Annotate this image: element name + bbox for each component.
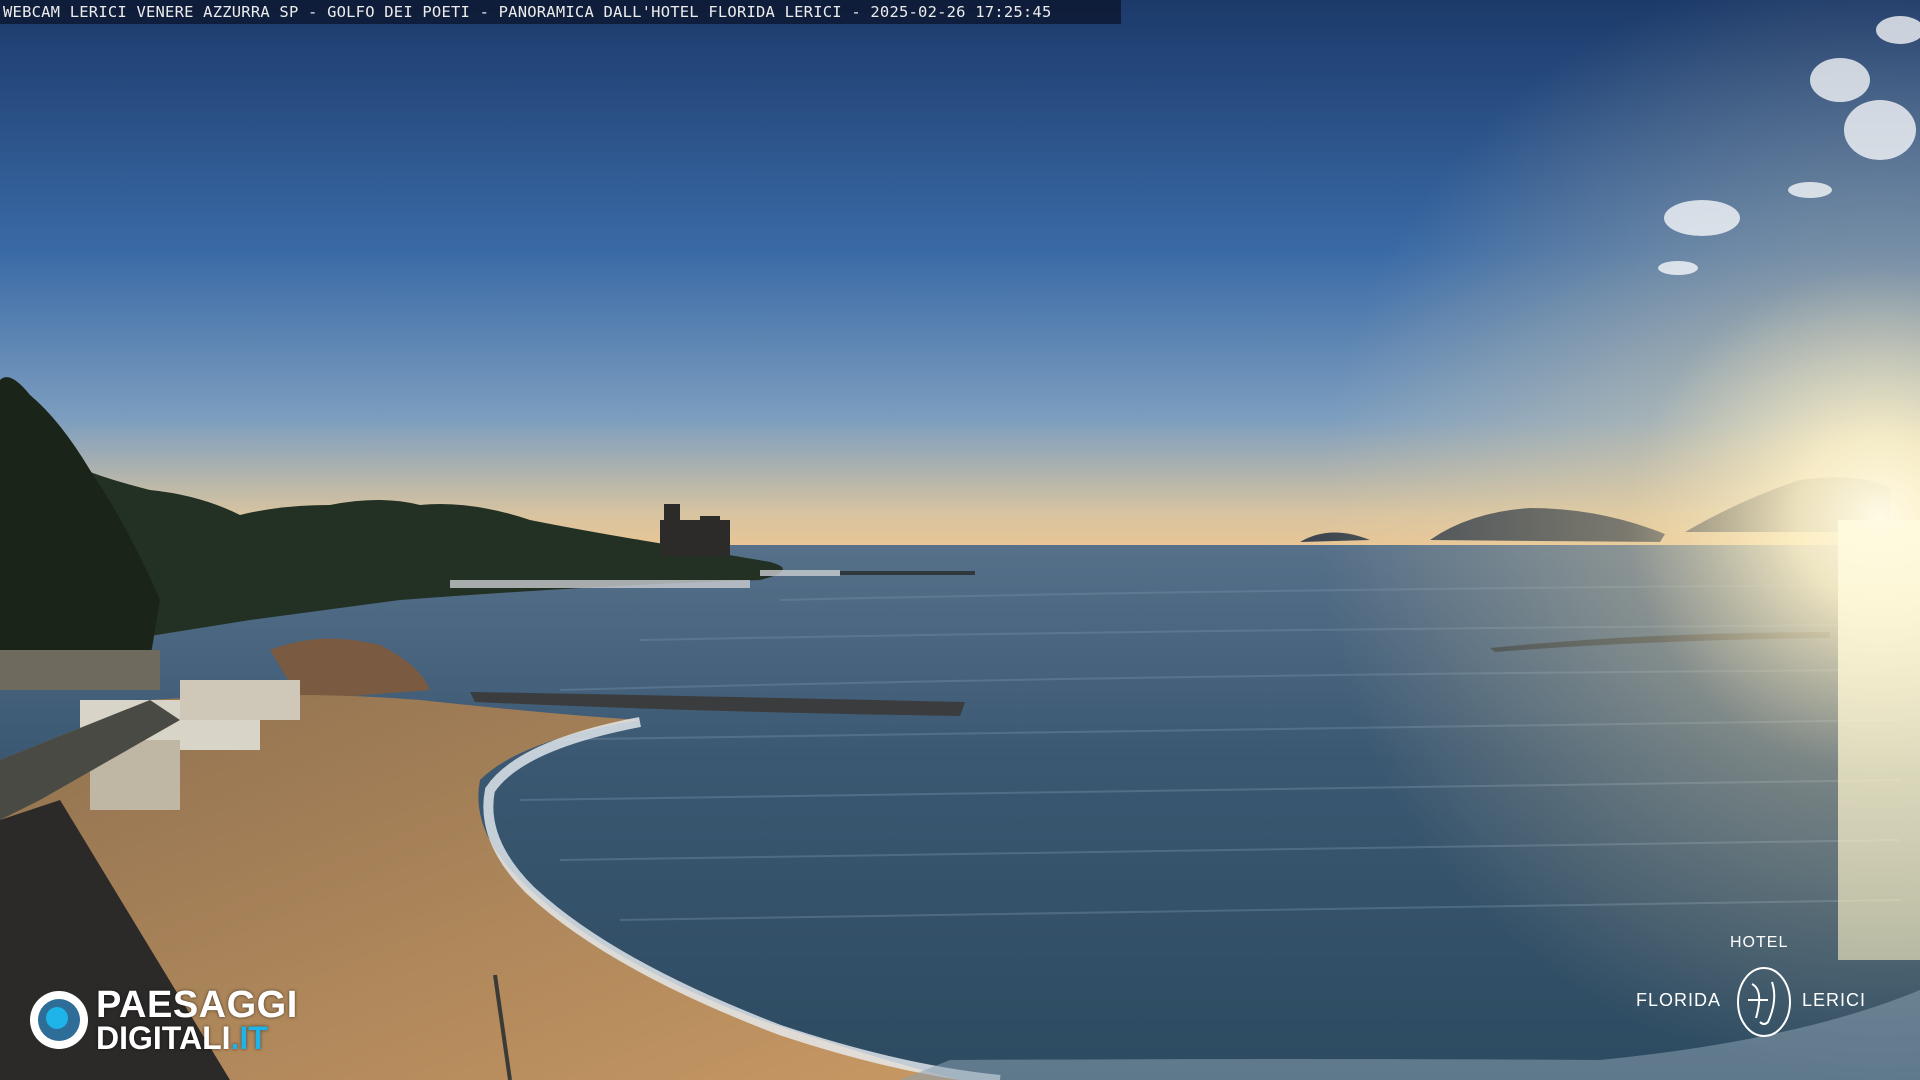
webcam-scene: [0, 0, 1920, 1080]
paesaggi-digitali-logo: PAESAGGI DIGITALI.IT: [30, 985, 340, 1055]
pier: [840, 571, 975, 575]
logo-line2-tld: .IT: [230, 1020, 268, 1056]
monogram-icon: [1737, 967, 1791, 1037]
hotel-florida-logo: HOTEL FLORIDA LERICI: [1630, 930, 1920, 1070]
hotel-label: HOTEL: [1730, 934, 1789, 951]
florida-label: FLORIDA: [1636, 990, 1722, 1010]
logo-line2-main: DIGITALI: [96, 1020, 231, 1056]
logo-line1: PAESAGGI: [96, 984, 298, 1026]
sun-glow: [900, 0, 1920, 1080]
lerici-label: LERICI: [1802, 990, 1867, 1010]
sun-reflection: [1838, 520, 1920, 960]
eye-icon: [30, 991, 88, 1049]
webcam-caption: WEBCAM LERICI VENERE AZZURRA SP - GOLFO …: [0, 0, 1121, 24]
logo-line2: DIGITALI.IT: [96, 1021, 268, 1055]
